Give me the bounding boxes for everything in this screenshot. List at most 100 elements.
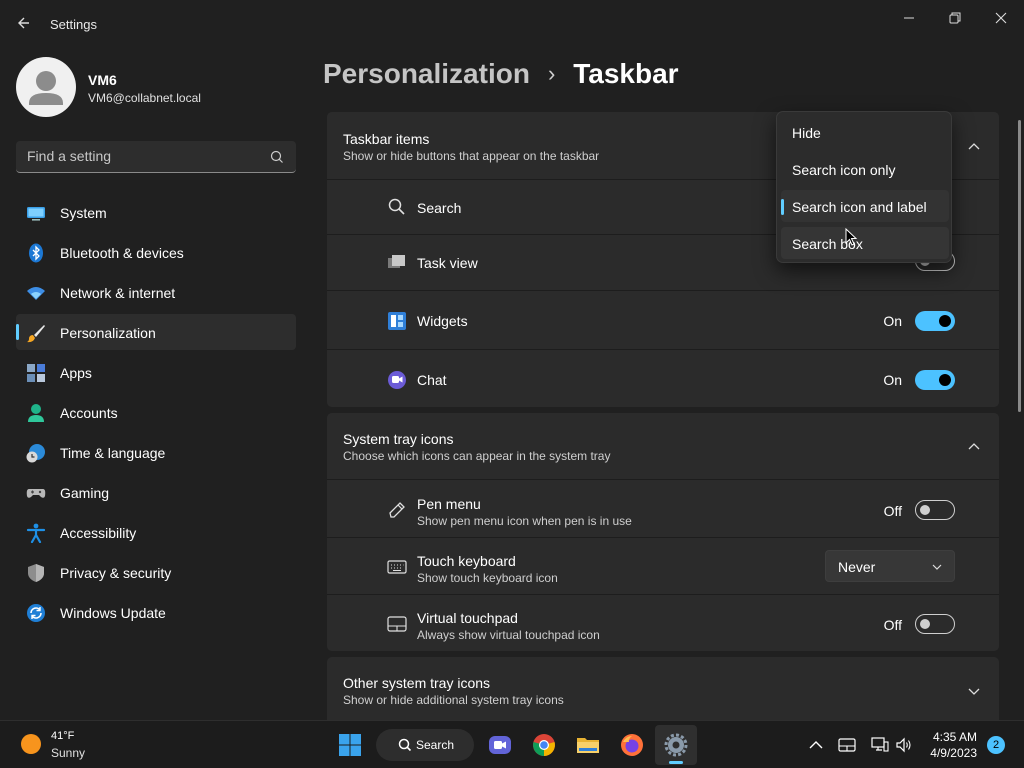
sidebar-item-time-language[interactable]: Time & language: [16, 434, 296, 470]
system-tray-section: System tray icons Choose which icons can…: [327, 413, 999, 651]
volume-icon[interactable]: [895, 736, 913, 754]
sidebar-item-apps[interactable]: Apps: [16, 354, 296, 390]
settings-taskbar-button[interactable]: [655, 725, 697, 765]
sidebar-item-privacy[interactable]: Privacy & security: [16, 554, 296, 590]
section-subtitle: Show or hide additional system tray icon…: [343, 693, 564, 707]
widgets-state: On: [883, 313, 902, 329]
touch-keyboard-dropdown[interactable]: Never: [825, 550, 955, 582]
sidebar-item-accounts[interactable]: Accounts: [16, 394, 296, 430]
scrollbar[interactable]: [1018, 120, 1021, 412]
find-setting-input[interactable]: [16, 141, 256, 171]
section-title: Taskbar items: [343, 131, 430, 147]
touchpad-icon: [387, 614, 407, 634]
widgets-row-label: Widgets: [417, 313, 468, 329]
globe-clock-icon: [26, 443, 46, 463]
minimize-icon[interactable]: [886, 6, 932, 30]
chevron-down-icon: [932, 564, 942, 570]
shield-icon: [26, 563, 46, 583]
network-icon[interactable]: [871, 736, 889, 754]
close-icon[interactable]: [978, 6, 1024, 30]
sidebar-item-system[interactable]: System: [16, 194, 296, 230]
system-tray-header[interactable]: System tray icons Choose which icons can…: [327, 413, 999, 479]
restore-icon[interactable]: [932, 6, 978, 30]
sidebar-item-gaming[interactable]: Gaming: [16, 474, 296, 510]
widgets-row[interactable]: Widgets On: [327, 290, 999, 349]
chevron-up-icon[interactable]: [807, 736, 825, 754]
widgets-toggle[interactable]: [915, 311, 955, 331]
breadcrumb: Personalization › Taskbar: [323, 58, 679, 90]
sidebar-item-personalization[interactable]: Personalization: [16, 314, 296, 350]
sidebar-item-label: Gaming: [60, 485, 110, 501]
back-arrow-icon[interactable]: [14, 12, 36, 34]
teams-chat-icon[interactable]: [488, 733, 512, 757]
widgets-icon: [387, 311, 407, 331]
section-subtitle: Choose which icons can appear in the sys…: [343, 449, 611, 463]
sidebar-nav: System Bluetooth & devices Network & int…: [16, 194, 296, 634]
sidebar-item-label: Network & internet: [60, 285, 176, 301]
start-icon[interactable]: [338, 733, 362, 757]
sidebar-item-label: Bluetooth & devices: [60, 245, 184, 261]
chevron-up-icon[interactable]: [967, 439, 981, 453]
touch-keyboard-row[interactable]: Touch keyboard Show touch keyboard icon …: [327, 537, 999, 594]
find-setting-search-box[interactable]: [16, 141, 296, 173]
chat-row-label: Chat: [417, 372, 447, 388]
sidebar-item-label: Accessibility: [60, 525, 137, 541]
other-tray-section[interactable]: Other system tray icons Show or hide add…: [327, 657, 999, 720]
chevron-up-icon[interactable]: [967, 139, 981, 153]
chat-toggle[interactable]: [915, 370, 955, 390]
sidebar-item-label: Personalization: [60, 325, 156, 341]
weather-sun-icon[interactable]: [21, 734, 41, 754]
taskbar-search-button[interactable]: Search: [376, 729, 474, 761]
sidebar-item-accessibility[interactable]: Accessibility: [16, 514, 296, 550]
chevron-down-icon[interactable]: [967, 684, 981, 698]
search-options-dropdown: Hide Search icon only Search icon and la…: [776, 111, 952, 263]
wifi-icon: [26, 283, 46, 303]
breadcrumb-separator: ›: [547, 61, 556, 86]
sidebar-item-label: Time & language: [60, 445, 166, 461]
pen-menu-row[interactable]: Pen menu Show pen menu icon when pen is …: [327, 479, 999, 537]
weather-temperature[interactable]: 41°F: [51, 730, 74, 742]
virtual-touchpad-row[interactable]: Virtual touchpad Always show virtual tou…: [327, 594, 999, 651]
avatar[interactable]: [16, 57, 76, 117]
pen-menu-toggle[interactable]: [915, 500, 955, 520]
settings-gear-icon: [664, 733, 688, 757]
search-icon[interactable]: [270, 150, 284, 164]
keyboard-icon: [387, 557, 407, 577]
file-explorer-icon[interactable]: [576, 733, 600, 757]
sidebar-item-label: Windows Update: [60, 605, 166, 621]
touch-keyboard-label: Touch keyboard: [417, 553, 516, 569]
section-subtitle: Show or hide buttons that appear on the …: [343, 149, 600, 163]
breadcrumb-parent[interactable]: Personalization: [323, 58, 530, 90]
windows-taskbar: 41°F Sunny Search 4:35 AM 4/9/2023 2: [0, 720, 1024, 768]
gamepad-icon: [26, 483, 46, 503]
firefox-icon[interactable]: [620, 733, 644, 757]
virtual-touchpad-toggle[interactable]: [915, 614, 955, 634]
title-bar: Settings: [0, 0, 1024, 48]
task-view-icon: [387, 253, 407, 273]
chat-icon: [387, 370, 407, 390]
sidebar-item-label: Apps: [60, 365, 92, 381]
clock-date[interactable]: 4/9/2023: [930, 746, 977, 760]
sidebar-item-bluetooth[interactable]: Bluetooth & devices: [16, 234, 296, 270]
touchpad-tray-icon[interactable]: [838, 736, 856, 754]
pen-icon: [387, 500, 407, 520]
sidebar-item-label: Accounts: [60, 405, 118, 421]
option-search-icon-only[interactable]: Search icon only: [781, 153, 949, 185]
sidebar-item-windows-update[interactable]: Windows Update: [16, 594, 296, 630]
brush-icon: [26, 323, 46, 343]
sidebar-item-network[interactable]: Network & internet: [16, 274, 296, 310]
section-title: Other system tray icons: [343, 675, 491, 691]
app-title: Settings: [50, 17, 97, 32]
option-hide[interactable]: Hide: [781, 116, 949, 148]
option-search-icon-and-label[interactable]: Search icon and label: [781, 190, 949, 222]
weather-condition[interactable]: Sunny: [51, 746, 85, 760]
notification-badge[interactable]: 2: [987, 736, 1005, 754]
user-email: VM6@collabnet.local: [88, 91, 201, 105]
clock-time[interactable]: 4:35 AM: [933, 730, 977, 744]
pen-menu-label: Pen menu: [417, 496, 481, 512]
search-icon: [387, 197, 407, 217]
chrome-icon[interactable]: [532, 733, 556, 757]
chat-row[interactable]: Chat On: [327, 349, 999, 407]
bluetooth-icon: [26, 243, 46, 263]
option-search-box[interactable]: Search box: [781, 227, 949, 259]
